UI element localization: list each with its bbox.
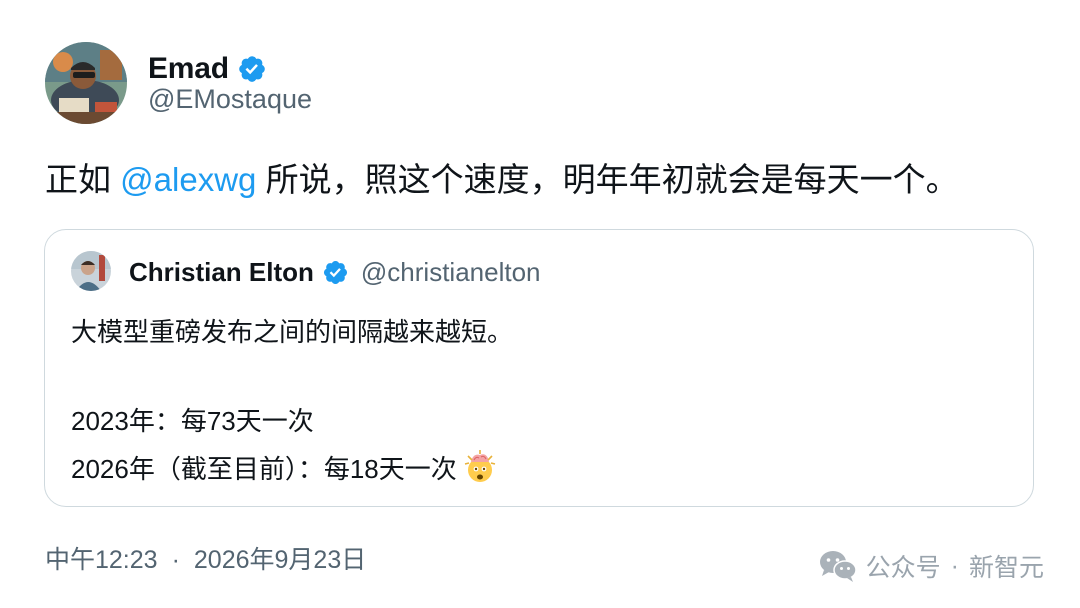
- tweet-text: 正如 @alexwg 所说，照这个速度，明年年初就会是每天一个。: [45, 158, 959, 202]
- avatar-illustration: [45, 42, 127, 124]
- quoted-author-avatar[interactable]: [71, 251, 111, 291]
- timestamp-separator: ·: [171, 546, 180, 574]
- mention-link[interactable]: @alexwg: [120, 161, 256, 198]
- quoted-tweet-header: Christian Elton @christianelton: [129, 252, 541, 292]
- quoted-author-name[interactable]: Christian Elton: [129, 257, 314, 288]
- tweet-text-before: 正如: [45, 161, 121, 198]
- quoted-verified-badge-icon: [322, 259, 349, 286]
- tweet-time: 中午12:23: [45, 546, 158, 574]
- author-avatar[interactable]: [45, 42, 127, 124]
- tweet-date: 2026年9月23日: [193, 546, 367, 574]
- verified-badge-icon: [237, 54, 267, 84]
- quoted-avatar-photo: [71, 251, 111, 291]
- tweet: Emad @EMostaque 正如 @alexwg 所说，照这个速度，明年年初…: [0, 0, 1080, 608]
- author-name[interactable]: Emad: [148, 52, 229, 86]
- quoted-text-line-2: 2023年：每73天一次: [71, 406, 314, 436]
- quoted-text-line-3: 2026年（截至目前）：每18天一次: [71, 450, 497, 486]
- wechat-icon: [818, 549, 858, 583]
- quoted-tweet-card[interactable]: Christian Elton @christianelton 大模型重磅发布之…: [44, 229, 1034, 507]
- quoted-text-line-1: 大模型重磅发布之间的间隔越来越短。: [71, 317, 514, 347]
- tweet-timestamp[interactable]: 中午12:23 · 2026年9月23日: [45, 540, 366, 576]
- author-name-row: Emad: [148, 50, 267, 88]
- tweet-text-after: 所说，照这个速度，明年年初就会是每天一个。: [256, 161, 959, 198]
- source-watermark: 公众号 · 新智元: [818, 548, 1044, 584]
- quoted-author-handle[interactable]: @christianelton: [361, 257, 541, 288]
- quoted-text-line-3-text: 2026年（截至目前）：每18天一次: [71, 454, 457, 484]
- exploding-head-emoji-icon: [463, 450, 497, 484]
- author-handle[interactable]: @EMostaque: [148, 84, 312, 115]
- watermark-separator: ·: [950, 551, 959, 580]
- watermark-source: 公众号: [865, 554, 941, 582]
- watermark-brand: 新智元: [968, 554, 1044, 582]
